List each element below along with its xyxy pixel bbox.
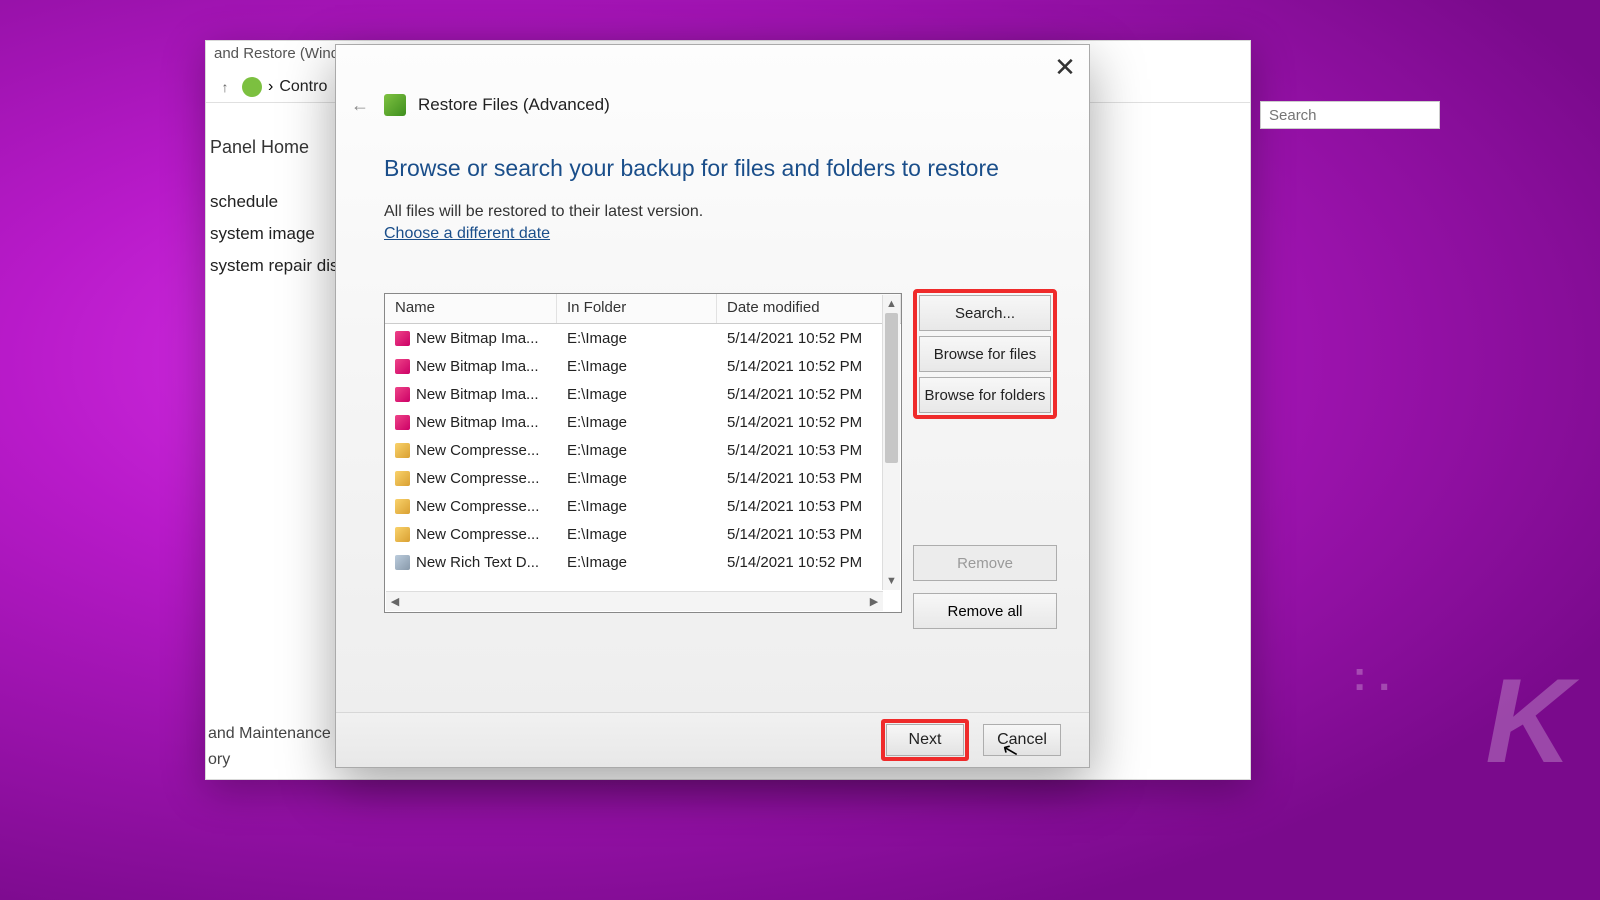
file-icon (395, 555, 410, 570)
file-folder: E:\Image (557, 414, 717, 431)
file-icon (395, 331, 410, 346)
file-date: 5/14/2021 10:53 PM (717, 470, 901, 487)
file-folder: E:\Image (557, 554, 717, 571)
file-name: New Bitmap Ima... (416, 414, 539, 431)
highlight-box-side: Search... Browse for files Browse for fo… (913, 289, 1057, 419)
vertical-scrollbar[interactable]: ▲ ▼ (882, 295, 900, 590)
table-row[interactable]: New Compresse... E:\Image5/14/2021 10:53 … (385, 464, 901, 492)
file-folder: E:\Image (557, 498, 717, 515)
watermark: K (1485, 652, 1564, 790)
file-date: 5/14/2021 10:52 PM (717, 330, 901, 347)
table-row[interactable]: New Compresse... E:\Image5/14/2021 10:53 … (385, 492, 901, 520)
list-header: Name In Folder Date modified (385, 294, 901, 324)
back-icon[interactable]: ← (348, 93, 372, 117)
cp-icon (242, 77, 262, 97)
scroll-down-icon[interactable]: ▼ (883, 572, 900, 590)
scroll-up-icon[interactable]: ▲ (883, 295, 900, 313)
file-list: Name In Folder Date modified New Bitmap … (384, 293, 902, 613)
file-icon (395, 387, 410, 402)
link-history[interactable]: ory (206, 747, 333, 773)
table-row[interactable]: New Bitmap Ima... E:\Image5/14/2021 10:52… (385, 324, 901, 352)
file-icon (395, 527, 410, 542)
sidebar-bottom: and Maintenance ory (206, 721, 333, 773)
breadcrumb-sep: › (268, 78, 273, 96)
file-date: 5/14/2021 10:52 PM (717, 414, 901, 431)
file-name: New Bitmap Ima... (416, 330, 539, 347)
scroll-thumb[interactable] (885, 313, 898, 463)
restore-files-dialog: ✕ ← Restore Files (Advanced) Browse or s… (335, 44, 1090, 768)
file-folder: E:\Image (557, 470, 717, 487)
file-folder: E:\Image (557, 358, 717, 375)
table-row[interactable]: New Compresse... E:\Image5/14/2021 10:53 … (385, 520, 901, 548)
file-icon (395, 471, 410, 486)
file-folder: E:\Image (557, 526, 717, 543)
scroll-left-icon[interactable]: ◀ (386, 592, 404, 611)
file-name: New Bitmap Ima... (416, 358, 539, 375)
remove-all-button[interactable]: Remove all (913, 593, 1057, 629)
breadcrumb[interactable]: Contro (279, 78, 327, 96)
file-name: New Compresse... (416, 442, 539, 459)
dialog-footer: Next Cancel ↖ (336, 712, 1089, 767)
watermark-dots: : . (1353, 652, 1390, 700)
nav-up-icon[interactable]: ↑ (214, 76, 236, 98)
file-folder: E:\Image (557, 386, 717, 403)
file-name: New Rich Text D... (416, 554, 539, 571)
file-name: New Bitmap Ima... (416, 386, 539, 403)
table-row[interactable]: New Bitmap Ima... E:\Image5/14/2021 10:52… (385, 380, 901, 408)
dialog-subtext: All files will be restored to their late… (384, 203, 703, 221)
horizontal-scrollbar[interactable]: ◀ ▶ (386, 591, 883, 611)
file-name: New Compresse... (416, 470, 539, 487)
table-row[interactable]: New Rich Text D... E:\Image5/14/2021 10:5… (385, 548, 901, 576)
file-icon (395, 443, 410, 458)
search-input[interactable] (1260, 101, 1440, 129)
dialog-title: Restore Files (Advanced) (418, 95, 610, 115)
link-maintenance[interactable]: and Maintenance (206, 721, 333, 747)
choose-date-link[interactable]: Choose a different date (384, 225, 550, 243)
file-name: New Compresse... (416, 526, 539, 543)
file-folder: E:\Image (557, 330, 717, 347)
file-icon (395, 415, 410, 430)
col-date[interactable]: Date modified (717, 294, 901, 323)
file-date: 5/14/2021 10:53 PM (717, 442, 901, 459)
table-row[interactable]: New Bitmap Ima... E:\Image5/14/2021 10:52… (385, 352, 901, 380)
file-folder: E:\Image (557, 442, 717, 459)
col-name[interactable]: Name (385, 294, 557, 323)
file-date: 5/14/2021 10:53 PM (717, 498, 901, 515)
side-buttons: Search... Browse for files Browse for fo… (913, 289, 1057, 419)
file-date: 5/14/2021 10:52 PM (717, 358, 901, 375)
close-icon[interactable]: ✕ (1049, 51, 1081, 83)
file-date: 5/14/2021 10:53 PM (717, 526, 901, 543)
table-row[interactable]: New Compresse... E:\Image5/14/2021 10:53 … (385, 436, 901, 464)
file-date: 5/14/2021 10:52 PM (717, 386, 901, 403)
file-date: 5/14/2021 10:52 PM (717, 554, 901, 571)
file-icon (395, 359, 410, 374)
col-folder[interactable]: In Folder (557, 294, 717, 323)
restore-icon (384, 94, 406, 116)
scroll-right-icon[interactable]: ▶ (865, 592, 883, 611)
file-name: New Compresse... (416, 498, 539, 515)
file-icon (395, 499, 410, 514)
search-button[interactable]: Search... (919, 295, 1051, 331)
browse-files-button[interactable]: Browse for files (919, 336, 1051, 372)
highlight-box-next: Next (881, 719, 969, 761)
next-button[interactable]: Next (886, 724, 964, 756)
dialog-heading: Browse or search your backup for files a… (384, 155, 999, 182)
cancel-button[interactable]: Cancel (983, 724, 1061, 756)
remove-button: Remove (913, 545, 1057, 581)
browse-folders-button[interactable]: Browse for folders (919, 377, 1051, 413)
table-row[interactable]: New Bitmap Ima... E:\Image5/14/2021 10:52… (385, 408, 901, 436)
